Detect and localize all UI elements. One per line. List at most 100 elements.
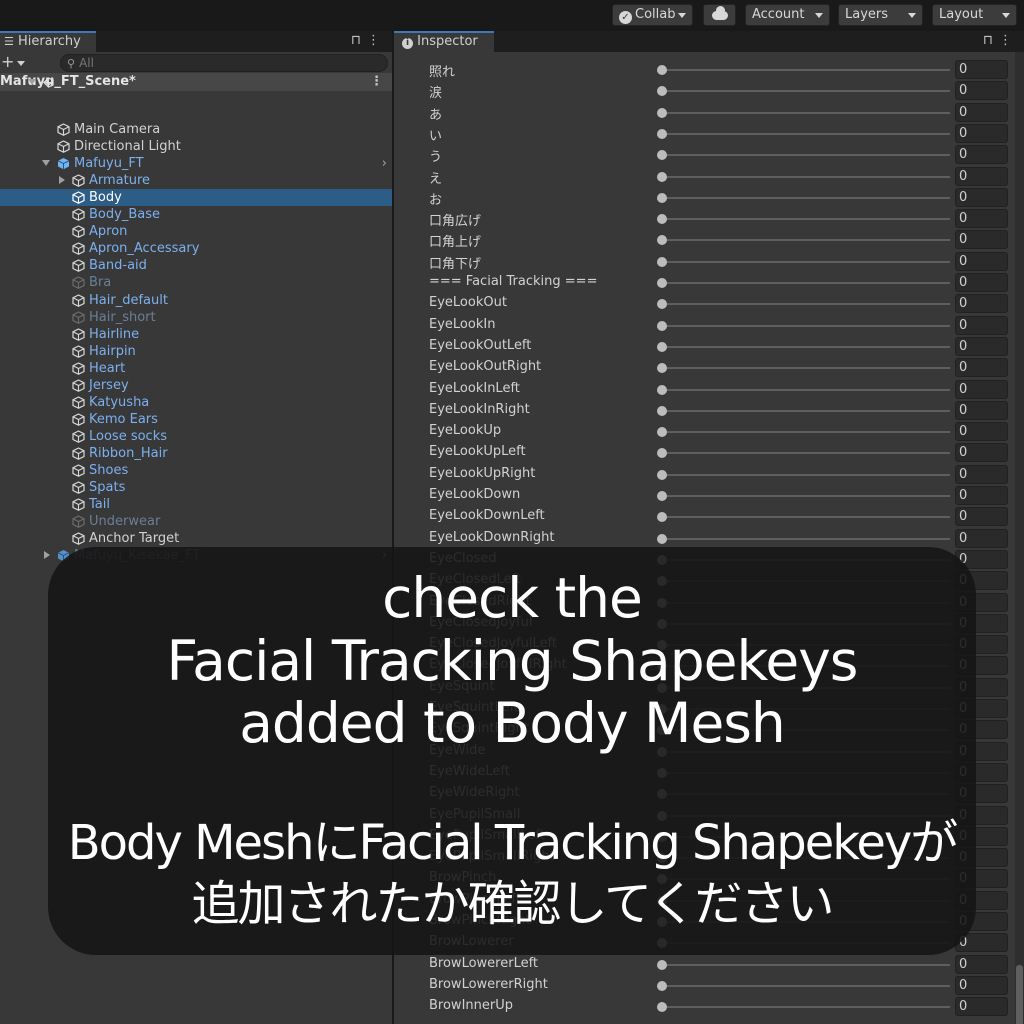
blendshape-slider-track[interactable] bbox=[661, 367, 950, 370]
blendshape-slider-knob[interactable] bbox=[657, 405, 667, 416]
blendshape-value-field[interactable]: 0 bbox=[955, 81, 1008, 101]
hierarchy-item[interactable]: Body bbox=[0, 189, 392, 207]
blendshape-value-field[interactable]: 0 bbox=[955, 975, 1008, 995]
blendshape-value-field[interactable]: 0 bbox=[955, 273, 1008, 292]
blendshape-slider-track[interactable] bbox=[661, 260, 950, 263]
blendshape-slider-track[interactable] bbox=[661, 984, 950, 987]
blendshape-slider-track[interactable] bbox=[661, 303, 950, 306]
collab-button[interactable]: ✓ Collab bbox=[612, 4, 693, 26]
layout-dropdown[interactable]: Layout bbox=[932, 4, 1017, 26]
lock-icon[interactable]: ⊓ bbox=[983, 33, 999, 48]
hierarchy-item[interactable]: Heart bbox=[0, 360, 392, 377]
blendshape-slider-knob[interactable] bbox=[657, 959, 667, 970]
blendshape-value-field[interactable]: 0 bbox=[955, 294, 1008, 314]
blendshape-slider-track[interactable] bbox=[661, 239, 950, 242]
blendshape-slider-knob[interactable] bbox=[657, 256, 667, 267]
hierarchy-item[interactable]: Band-aid bbox=[0, 257, 392, 274]
hierarchy-item[interactable]: Body_Base bbox=[0, 206, 392, 223]
hierarchy-search-input[interactable]: ⚲ All bbox=[60, 54, 388, 72]
hierarchy-item[interactable]: Ribbon_Hair bbox=[0, 445, 392, 462]
blendshape-slider-track[interactable] bbox=[661, 409, 950, 412]
blendshape-value-field[interactable]: 0 bbox=[955, 400, 1008, 420]
blendshape-value-field[interactable]: 0 bbox=[955, 954, 1008, 974]
blendshape-value-field[interactable]: 0 bbox=[955, 379, 1008, 399]
blendshape-slider-knob[interactable] bbox=[657, 491, 667, 501]
hierarchy-item[interactable]: Mafuyu_FT › bbox=[0, 155, 392, 172]
blendshape-slider-track[interactable] bbox=[661, 431, 950, 434]
blendshape-value-field[interactable]: 0 bbox=[955, 60, 1008, 79]
blendshape-slider-knob[interactable] bbox=[657, 150, 667, 161]
blendshape-slider-track[interactable] bbox=[661, 452, 950, 455]
expand-arrow-icon[interactable] bbox=[59, 176, 65, 185]
cloud-button[interactable] bbox=[703, 4, 736, 26]
hierarchy-item[interactable]: Katyusha bbox=[0, 394, 392, 411]
blendshape-slider-track[interactable] bbox=[661, 196, 950, 199]
blendshape-slider-knob[interactable] bbox=[657, 533, 667, 544]
hierarchy-item[interactable]: Spats bbox=[0, 479, 392, 496]
blendshape-value-field[interactable]: 0 bbox=[955, 997, 1008, 1017]
hierarchy-item[interactable]: Shoes bbox=[0, 462, 392, 479]
blendshape-slider-knob[interactable] bbox=[657, 1002, 667, 1013]
blendshape-slider-track[interactable] bbox=[661, 495, 950, 497]
hierarchy-item[interactable]: Underwear bbox=[0, 513, 392, 530]
blendshape-slider-track[interactable] bbox=[661, 111, 950, 114]
blendshape-slider-track[interactable] bbox=[661, 473, 950, 476]
blendshape-slider-knob[interactable] bbox=[657, 341, 667, 352]
hierarchy-item[interactable]: Hair_default bbox=[0, 292, 392, 309]
hierarchy-item[interactable]: Hairline bbox=[0, 326, 392, 343]
blendshape-slider-knob[interactable] bbox=[657, 192, 667, 203]
tab-hierarchy[interactable]: ☰ Hierarchy bbox=[0, 31, 96, 52]
scene-header-row[interactable]: Mafuyu_FT_Scene* ⋮ bbox=[0, 73, 392, 91]
hierarchy-item[interactable]: Apron bbox=[0, 223, 392, 240]
blendshape-value-field[interactable]: 0 bbox=[955, 166, 1008, 186]
blendshape-slider-knob[interactable] bbox=[657, 65, 667, 75]
account-dropdown[interactable]: Account bbox=[745, 4, 830, 26]
tab-inspector[interactable]: i Inspector bbox=[394, 31, 494, 52]
blendshape-value-field[interactable]: 0 bbox=[955, 486, 1008, 505]
kebab-menu-icon[interactable]: ⋮ bbox=[999, 33, 1018, 48]
blendshape-slider-knob[interactable] bbox=[657, 384, 667, 395]
hierarchy-item[interactable]: Tail bbox=[0, 496, 392, 513]
scrollbar-thumb[interactable] bbox=[1016, 965, 1023, 1024]
blendshape-value-field[interactable]: 0 bbox=[955, 528, 1008, 548]
blendshape-slider-knob[interactable] bbox=[657, 512, 667, 523]
blendshape-slider-knob[interactable] bbox=[657, 171, 667, 182]
blendshape-slider-track[interactable] bbox=[661, 324, 950, 327]
blendshape-slider-knob[interactable] bbox=[657, 235, 667, 246]
blendshape-slider-knob[interactable] bbox=[657, 107, 667, 118]
blendshape-slider-track[interactable] bbox=[661, 516, 950, 519]
blendshape-slider-track[interactable] bbox=[661, 175, 950, 178]
hierarchy-item[interactable]: Jersey bbox=[0, 377, 392, 394]
hierarchy-item[interactable]: Kemo Ears bbox=[0, 411, 392, 428]
blendshape-value-field[interactable]: 0 bbox=[955, 464, 1008, 484]
blendshape-slider-knob[interactable] bbox=[657, 86, 667, 97]
blendshape-slider-knob[interactable] bbox=[657, 448, 667, 459]
kebab-menu-icon[interactable]: ⋮ bbox=[367, 33, 386, 48]
blendshape-value-field[interactable]: 0 bbox=[955, 422, 1008, 442]
blendshape-slider-knob[interactable] bbox=[657, 469, 667, 480]
blendshape-slider-knob[interactable] bbox=[657, 320, 667, 331]
blendshape-value-field[interactable]: 0 bbox=[955, 102, 1008, 122]
chevron-right-icon[interactable]: › bbox=[382, 155, 387, 172]
blendshape-slider-track[interactable] bbox=[661, 218, 950, 221]
blendshape-value-field[interactable]: 0 bbox=[955, 336, 1008, 356]
hierarchy-item[interactable]: Bra bbox=[0, 274, 392, 291]
hierarchy-item[interactable]: Hair_short bbox=[0, 309, 392, 326]
blendshape-slider-knob[interactable] bbox=[657, 128, 667, 139]
blendshape-slider-track[interactable] bbox=[661, 1006, 950, 1009]
hierarchy-item[interactable]: Hairpin bbox=[0, 343, 392, 360]
blendshape-value-field[interactable]: 0 bbox=[955, 443, 1008, 463]
blendshape-value-field[interactable]: 0 bbox=[955, 230, 1008, 250]
blendshape-value-field[interactable]: 0 bbox=[955, 187, 1008, 207]
blendshape-slider-track[interactable] bbox=[661, 90, 950, 93]
blendshape-slider-knob[interactable] bbox=[657, 299, 667, 310]
blendshape-slider-knob[interactable] bbox=[657, 214, 667, 225]
blendshape-slider-track[interactable] bbox=[661, 388, 950, 391]
layers-dropdown[interactable]: Layers bbox=[838, 4, 923, 26]
blendshape-value-field[interactable]: 0 bbox=[955, 251, 1008, 271]
blendshape-value-field[interactable]: 0 bbox=[955, 123, 1008, 143]
inspector-scrollbar[interactable] bbox=[1015, 52, 1024, 1024]
blendshape-slider-knob[interactable] bbox=[657, 363, 667, 374]
blendshape-value-field[interactable]: 0 bbox=[955, 315, 1008, 335]
expand-arrow-icon[interactable] bbox=[28, 79, 36, 85]
